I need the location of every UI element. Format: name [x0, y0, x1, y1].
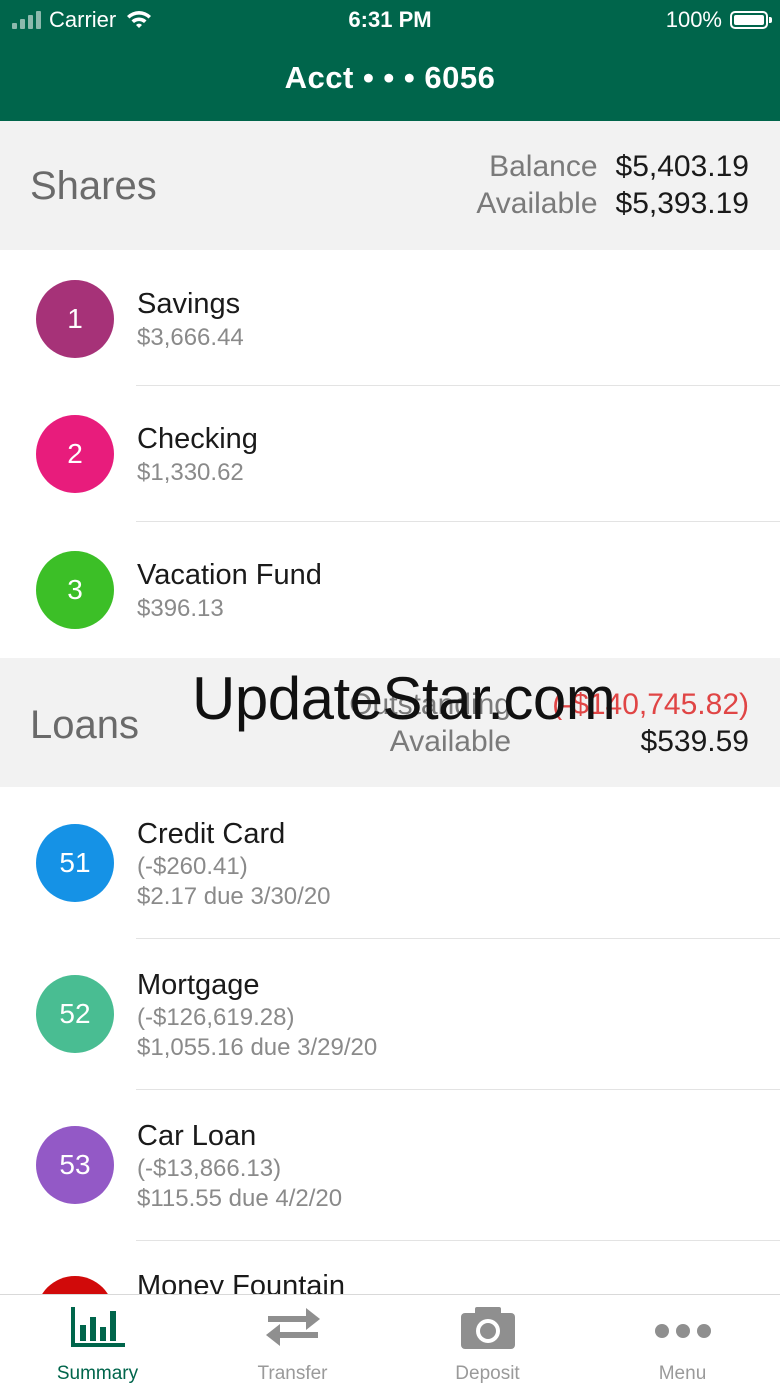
account-balance: $1,330.62 [137, 459, 244, 486]
account-number-badge: 51 [36, 824, 114, 902]
account-name: Credit Card [137, 818, 286, 850]
shares-title: Shares [30, 164, 157, 208]
shares-available-row: Available $5,393.19 [476, 187, 749, 221]
account-number-badge: 3 [36, 551, 114, 629]
tab-label: Transfer [257, 1363, 328, 1384]
account-name: Money Fountain [137, 1270, 345, 1294]
tab-summary[interactable]: Summary [0, 1295, 195, 1388]
account-row-vacation-fund[interactable]: 3 Vacation Fund $396.13 [0, 522, 780, 658]
tab-deposit[interactable]: Deposit [390, 1295, 585, 1388]
status-time: 6:31 PM [348, 7, 432, 32]
account-row-money-fountain[interactable]: Money Fountain [0, 1241, 780, 1294]
account-balance: $396.13 [137, 595, 224, 622]
status-right: 100% [665, 7, 772, 33]
account-balance: (-$260.41) [137, 853, 248, 880]
battery-icon [730, 11, 772, 29]
account-name: Vacation Fund [137, 559, 322, 591]
transfer-arrows-icon [265, 1308, 320, 1346]
available-value: $5,393.19 [615, 187, 749, 220]
page-title: Acct • • • 6056 [284, 60, 496, 95]
account-row-credit-card[interactable]: 51 Credit Card (-$260.41) $2.17 due 3/30… [0, 787, 780, 939]
payment-due: $1,055.16 due 3/29/20 [137, 1034, 378, 1061]
watermark: UpdateStar.com [192, 665, 616, 732]
payment-due: $115.55 due 4/2/20 [137, 1185, 343, 1212]
shares-balance-row: Balance $5,403.19 [489, 150, 749, 184]
camera-icon [460, 1307, 515, 1349]
shares-summary: Shares Balance $5,403.19 Available $5,39… [0, 121, 780, 250]
tab-bar: Summary Transfer Deposit Menu [0, 1294, 780, 1387]
account-name: Mortgage [137, 969, 260, 1001]
battery-percent: 100% [665, 7, 722, 32]
balance-value: $5,403.19 [615, 150, 749, 183]
more-dots-icon [654, 1324, 711, 1338]
account-balance: $3,666.44 [137, 324, 244, 351]
account-number-badge: 52 [36, 975, 114, 1053]
account-number-badge: 1 [36, 280, 114, 358]
balance-label: Balance [489, 150, 598, 183]
account-row-mortgage[interactable]: 52 Mortgage (-$126,619.28) $1,055.16 due… [0, 939, 780, 1090]
account-row-checking[interactable]: 2 Checking $1,330.62 [0, 386, 780, 522]
account-number-badge [36, 1276, 114, 1294]
account-number-badge: 53 [36, 1126, 114, 1204]
account-balance: (-$13,866.13) [137, 1155, 282, 1182]
tab-label: Summary [56, 1363, 139, 1384]
payment-due: $2.17 due 3/30/20 [137, 883, 331, 910]
account-row-car-loan[interactable]: 53 Car Loan (-$13,866.13) $115.55 due 4/… [0, 1090, 780, 1241]
account-row-savings[interactable]: 1 Savings $3,666.44 [0, 250, 780, 386]
loans-title: Loans [30, 703, 139, 747]
account-name: Checking [137, 423, 258, 455]
tab-menu[interactable]: Menu [585, 1295, 780, 1388]
account-number-badge: 2 [36, 415, 114, 493]
account-name: Car Loan [137, 1120, 257, 1152]
bar-chart-icon [70, 1307, 125, 1347]
tab-transfer[interactable]: Transfer [195, 1295, 390, 1388]
app-header: Carrier 6:31 PM 100% Acct • • • 6056 [0, 0, 780, 121]
status-bar: Carrier 6:31 PM 100% [0, 0, 780, 40]
tab-label: Deposit [455, 1363, 520, 1384]
account-name: Savings [137, 288, 241, 320]
available-label: Available [476, 187, 598, 220]
account-balance: (-$126,619.28) [137, 1004, 295, 1031]
tab-label: Menu [658, 1363, 707, 1384]
